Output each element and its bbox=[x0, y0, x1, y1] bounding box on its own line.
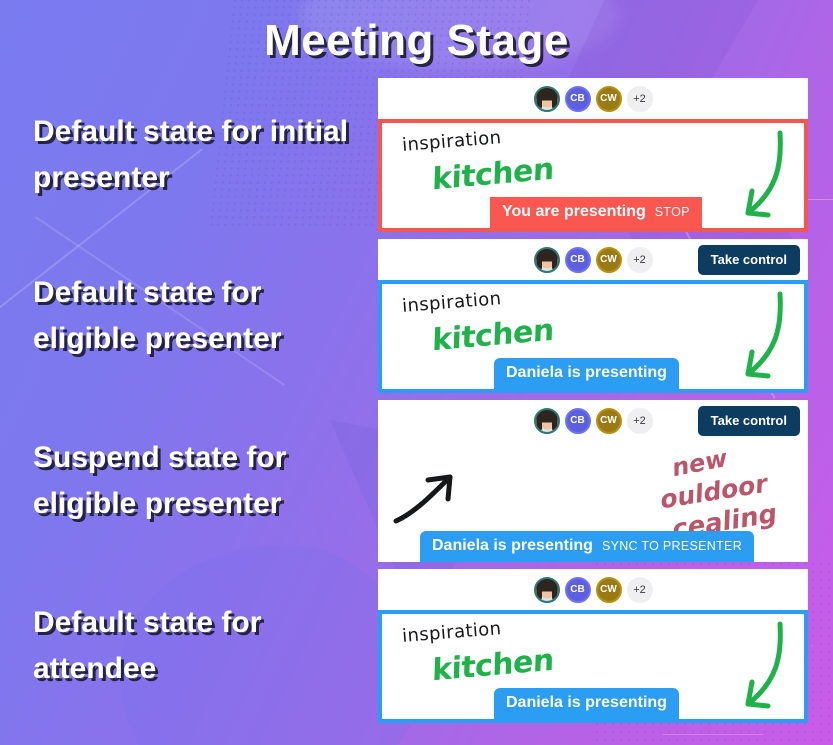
whiteboard-canvas[interactable]: new ouldoor cealing Daniela is presentin… bbox=[378, 441, 808, 562]
whiteboard-canvas[interactable]: inspiration kitchen Daniela is presentin… bbox=[378, 280, 808, 393]
presenting-banner: Daniela is presenting SYNC TO PRESENTER bbox=[420, 531, 755, 562]
stage-rows: Default state for initial presenter CB C… bbox=[0, 66, 833, 723]
presenting-status-text: Daniela is presenting bbox=[506, 694, 667, 711]
avatar-hair-left bbox=[536, 255, 542, 271]
whiteboard-canvas[interactable]: inspiration kitchen You are presenting S… bbox=[378, 119, 808, 232]
black-curved-arrow-icon bbox=[393, 474, 453, 524]
green-curved-arrow-icon bbox=[745, 291, 783, 379]
meeting-stage-card: CB CW +2 inspiration kitchen You are pre… bbox=[378, 78, 808, 232]
avatar-initials-cb[interactable]: CB bbox=[564, 407, 591, 434]
presenting-status-text: You are presenting bbox=[502, 203, 646, 220]
meeting-stage-card: CB CW +2 Take control new ouldoor cealin… bbox=[378, 400, 808, 562]
avatar[interactable] bbox=[533, 407, 560, 434]
page-title: Meeting Stage bbox=[264, 16, 569, 65]
take-control-button[interactable]: Take control bbox=[697, 244, 800, 275]
avatar-group: CB CW +2 bbox=[533, 85, 653, 112]
row-initial-presenter: Default state for initial presenter CB C… bbox=[33, 78, 808, 232]
meeting-stage-card: CB CW +2 inspiration kitchen Daniela is … bbox=[378, 569, 808, 723]
avatar-initials-cb[interactable]: CB bbox=[564, 246, 591, 273]
take-control-button[interactable]: Take control bbox=[697, 405, 800, 436]
avatar-overflow-count[interactable]: +2 bbox=[626, 246, 653, 273]
avatar-initials-cb[interactable]: CB bbox=[564, 85, 591, 112]
presenting-banner: You are presenting STOP bbox=[490, 197, 702, 228]
sync-to-presenter-button[interactable]: SYNC TO PRESENTER bbox=[602, 539, 742, 553]
avatar-overflow-count[interactable]: +2 bbox=[626, 85, 653, 112]
presenting-banner: Daniela is presenting bbox=[494, 688, 679, 719]
meeting-stage-card: CB CW +2 Take control inspiration kitche… bbox=[378, 239, 808, 393]
row-label: Suspend state for eligible presenter bbox=[33, 440, 287, 521]
avatar-overflow-count[interactable]: +2 bbox=[626, 407, 653, 434]
whiteboard-canvas[interactable]: inspiration kitchen Daniela is presentin… bbox=[378, 610, 808, 723]
presenting-status-text: Daniela is presenting bbox=[506, 364, 667, 381]
green-curved-arrow-icon bbox=[745, 621, 783, 709]
avatar-hair-left bbox=[536, 416, 542, 432]
card-header: CB CW +2 Take control bbox=[378, 239, 808, 280]
card-header: CB CW +2 bbox=[378, 78, 808, 119]
avatar-initials-cw[interactable]: CW bbox=[595, 576, 622, 603]
avatar-group: CB CW +2 bbox=[533, 246, 653, 273]
ink-text-inspiration: inspiration bbox=[401, 288, 503, 317]
avatar-hair-right bbox=[551, 416, 557, 432]
ink-text-kitchen: kitchen bbox=[431, 151, 555, 198]
avatar-initials-cw[interactable]: CW bbox=[595, 407, 622, 434]
row-suspend-state: Suspend state for eligible presenter CB … bbox=[33, 400, 808, 562]
green-curved-arrow-icon bbox=[745, 130, 783, 218]
row-label: Default state for initial presenter bbox=[33, 114, 349, 195]
ink-text-inspiration: inspiration bbox=[401, 618, 503, 647]
avatar[interactable] bbox=[533, 576, 560, 603]
row-eligible-presenter: Default state for eligible presenter CB … bbox=[33, 239, 808, 393]
card-header: CB CW +2 bbox=[378, 569, 808, 610]
ink-text-inspiration: inspiration bbox=[401, 127, 503, 156]
row-label: Default state for eligible presenter bbox=[33, 275, 282, 356]
avatar-hair-right bbox=[551, 255, 557, 271]
avatar-initials-cw[interactable]: CW bbox=[595, 85, 622, 112]
avatar-hair-right bbox=[551, 585, 557, 601]
avatar-overflow-count[interactable]: +2 bbox=[626, 576, 653, 603]
card-header: CB CW +2 Take control bbox=[378, 400, 808, 441]
avatar[interactable] bbox=[533, 85, 560, 112]
avatar-initials-cw[interactable]: CW bbox=[595, 246, 622, 273]
stop-presenting-button[interactable]: STOP bbox=[655, 205, 690, 219]
avatar[interactable] bbox=[533, 246, 560, 273]
avatar-group: CB CW +2 bbox=[533, 407, 653, 434]
ink-text-kitchen: kitchen bbox=[431, 312, 555, 359]
avatar-hair-right bbox=[551, 94, 557, 110]
presenting-banner: Daniela is presenting bbox=[494, 358, 679, 389]
avatar-hair-left bbox=[536, 585, 542, 601]
row-attendee: Default state for attendee CB CW +2 insp… bbox=[33, 569, 808, 723]
avatar-hair-left bbox=[536, 94, 542, 110]
presenting-status-text: Daniela is presenting bbox=[432, 537, 593, 554]
row-label: Default state for attendee bbox=[33, 605, 262, 686]
avatar-initials-cb[interactable]: CB bbox=[564, 576, 591, 603]
ink-text-kitchen: kitchen bbox=[431, 642, 555, 689]
avatar-group: CB CW +2 bbox=[533, 576, 653, 603]
